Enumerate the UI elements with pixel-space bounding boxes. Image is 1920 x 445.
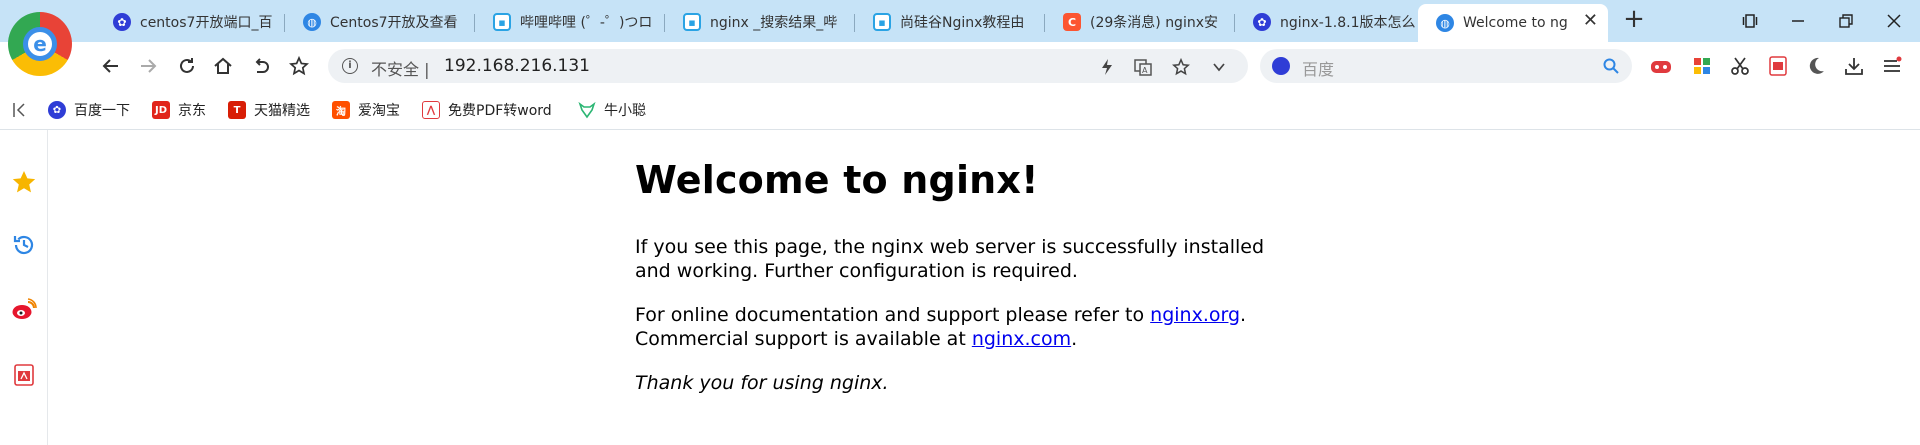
bookmark-taobao[interactable]: 淘 爱淘宝 bbox=[332, 100, 400, 120]
info-icon[interactable]: i bbox=[342, 58, 358, 74]
globe-icon: ◍ bbox=[1436, 14, 1454, 32]
nginx-com-link[interactable]: nginx.com bbox=[972, 328, 1071, 350]
search-placeholder: 百度 bbox=[1302, 60, 1335, 79]
favorite-star-icon[interactable] bbox=[1170, 56, 1192, 78]
dark-mode-moon-icon[interactable] bbox=[1803, 53, 1829, 79]
tab-2[interactable]: ▪ 哔哩哔哩 (゜-゜)つロ bbox=[475, 5, 665, 39]
bilibili-icon: ▪ bbox=[493, 13, 511, 31]
weibo-icon[interactable] bbox=[10, 296, 38, 324]
tab-label: (29条消息) nginx安 bbox=[1090, 15, 1218, 31]
chevron-down-icon[interactable] bbox=[1208, 56, 1230, 78]
tab-label: centos7开放端口_百 bbox=[140, 15, 273, 31]
page-content: Welcome to nginx! If you see this page, … bbox=[635, 158, 1275, 415]
undo-icon[interactable] bbox=[246, 51, 276, 81]
bookmark-baidu[interactable]: ✿ 百度一下 bbox=[48, 100, 130, 120]
collapse-sidebar-icon[interactable] bbox=[12, 100, 28, 120]
security-label: 不安全 | bbox=[371, 60, 430, 79]
tab-label: Centos7开放及查看 bbox=[330, 15, 458, 31]
baidu-paw-icon: ✿ bbox=[113, 13, 131, 31]
pdf-icon: ⋀ bbox=[422, 101, 440, 119]
bookmark-jd[interactable]: JD 京东 bbox=[152, 100, 206, 120]
svg-text:A: A bbox=[1142, 66, 1148, 75]
apps-grid-icon[interactable] bbox=[1689, 53, 1715, 79]
url-text[interactable]: 192.168.216.131 bbox=[444, 56, 590, 76]
bookmarks-bar: ✿ 百度一下 JD 京东 T 天猫精选 淘 爱淘宝 ⋀ 免费PDF转word 牛… bbox=[0, 90, 1920, 130]
bilibili-icon: ▪ bbox=[683, 13, 701, 31]
support-paragraph: For online documentation and support ple… bbox=[635, 304, 1247, 350]
restore-button[interactable] bbox=[1832, 8, 1860, 34]
baidu-paw-icon: ✿ bbox=[48, 101, 66, 119]
tab-1[interactable]: ◍ Centos7开放及查看 bbox=[285, 5, 475, 39]
jd-icon: JD bbox=[152, 101, 170, 119]
tab-label: 尚硅谷Nginx教程由 bbox=[900, 15, 1025, 31]
tab-label: 哔哩哔哩 (゜-゜)つロ bbox=[520, 15, 653, 31]
reload-icon[interactable] bbox=[172, 51, 202, 81]
menu-icon[interactable] bbox=[1879, 53, 1905, 79]
csdn-icon: C bbox=[1063, 13, 1081, 31]
home-icon[interactable] bbox=[208, 51, 238, 81]
bookmark-tmall[interactable]: T 天猫精选 bbox=[228, 100, 310, 120]
tab-label: nginx-1.8.1版本怎么 bbox=[1280, 15, 1416, 31]
intro-paragraph: If you see this page, the nginx web serv… bbox=[635, 236, 1265, 282]
close-window-button[interactable] bbox=[1880, 8, 1908, 34]
tab-3[interactable]: ▪ nginx _搜索结果_哔 bbox=[665, 5, 855, 39]
bookmark-pdf-word[interactable]: ⋀ 免费PDF转word bbox=[422, 100, 552, 120]
browser-logo-letter: e bbox=[23, 27, 57, 61]
close-tab-icon[interactable]: ✕ bbox=[1583, 10, 1598, 31]
new-tab-button[interactable]: + bbox=[1620, 6, 1648, 34]
tab-5[interactable]: C (29条消息) nginx安 bbox=[1045, 5, 1235, 39]
minimize-button[interactable] bbox=[1784, 8, 1812, 34]
tab-6[interactable]: ✿ nginx-1.8.1版本怎么 bbox=[1235, 5, 1425, 39]
pdf-reader-icon[interactable] bbox=[10, 361, 38, 389]
pdf-extension-icon[interactable] bbox=[1765, 53, 1791, 79]
page-title: Welcome to nginx! bbox=[635, 158, 1039, 202]
address-bar[interactable]: i 不安全 | 192.168.216.131 A bbox=[328, 49, 1248, 83]
back-icon[interactable] bbox=[96, 51, 126, 81]
translate-icon[interactable]: A bbox=[1132, 56, 1154, 78]
download-icon[interactable] bbox=[1841, 53, 1867, 79]
toolbar: i 不安全 | 192.168.216.131 A 百度 bbox=[0, 42, 1920, 90]
thanks-paragraph: Thank you for using nginx. bbox=[635, 372, 889, 394]
favorites-star-icon[interactable] bbox=[10, 168, 38, 196]
baidu-paw-icon: ✿ bbox=[1253, 13, 1271, 31]
bull-icon bbox=[578, 101, 596, 119]
search-box[interactable]: 百度 bbox=[1260, 49, 1632, 83]
forward-icon[interactable] bbox=[133, 51, 163, 81]
tab-active[interactable]: ◍ Welcome to ng ✕ bbox=[1418, 4, 1608, 42]
globe-icon: ◍ bbox=[303, 13, 321, 31]
tab-4[interactable]: ▪ 尚硅谷Nginx教程由 bbox=[855, 5, 1045, 39]
baidu-paw-icon[interactable] bbox=[1272, 57, 1290, 75]
screenshot-scissors-icon[interactable] bbox=[1727, 53, 1753, 79]
sidebar bbox=[0, 130, 48, 445]
tab-0[interactable]: ✿ centos7开放端口_百 bbox=[95, 5, 285, 39]
bookmark-star-icon[interactable] bbox=[284, 51, 314, 81]
tmall-icon: T bbox=[228, 101, 246, 119]
tab-label: nginx _搜索结果_哔 bbox=[710, 15, 838, 31]
bookmark-niuxiaocong[interactable]: 牛小聪 bbox=[578, 100, 646, 120]
taobao-icon: 淘 bbox=[332, 101, 350, 119]
browser-logo-icon[interactable]: e bbox=[8, 12, 72, 76]
search-icon[interactable] bbox=[1602, 57, 1620, 79]
tab-strip: ✿ centos7开放端口_百 ◍ Centos7开放及查看 ▪ 哔哩哔哩 (゜… bbox=[0, 0, 1920, 42]
lightning-icon[interactable] bbox=[1096, 56, 1118, 78]
tab-label: Welcome to ng bbox=[1463, 15, 1568, 31]
history-clock-icon[interactable] bbox=[10, 231, 38, 259]
tab-list-icon[interactable] bbox=[1736, 8, 1764, 34]
game-extension-icon[interactable] bbox=[1648, 53, 1674, 79]
bilibili-icon: ▪ bbox=[873, 13, 891, 31]
nginx-org-link[interactable]: nginx.org bbox=[1150, 304, 1240, 326]
